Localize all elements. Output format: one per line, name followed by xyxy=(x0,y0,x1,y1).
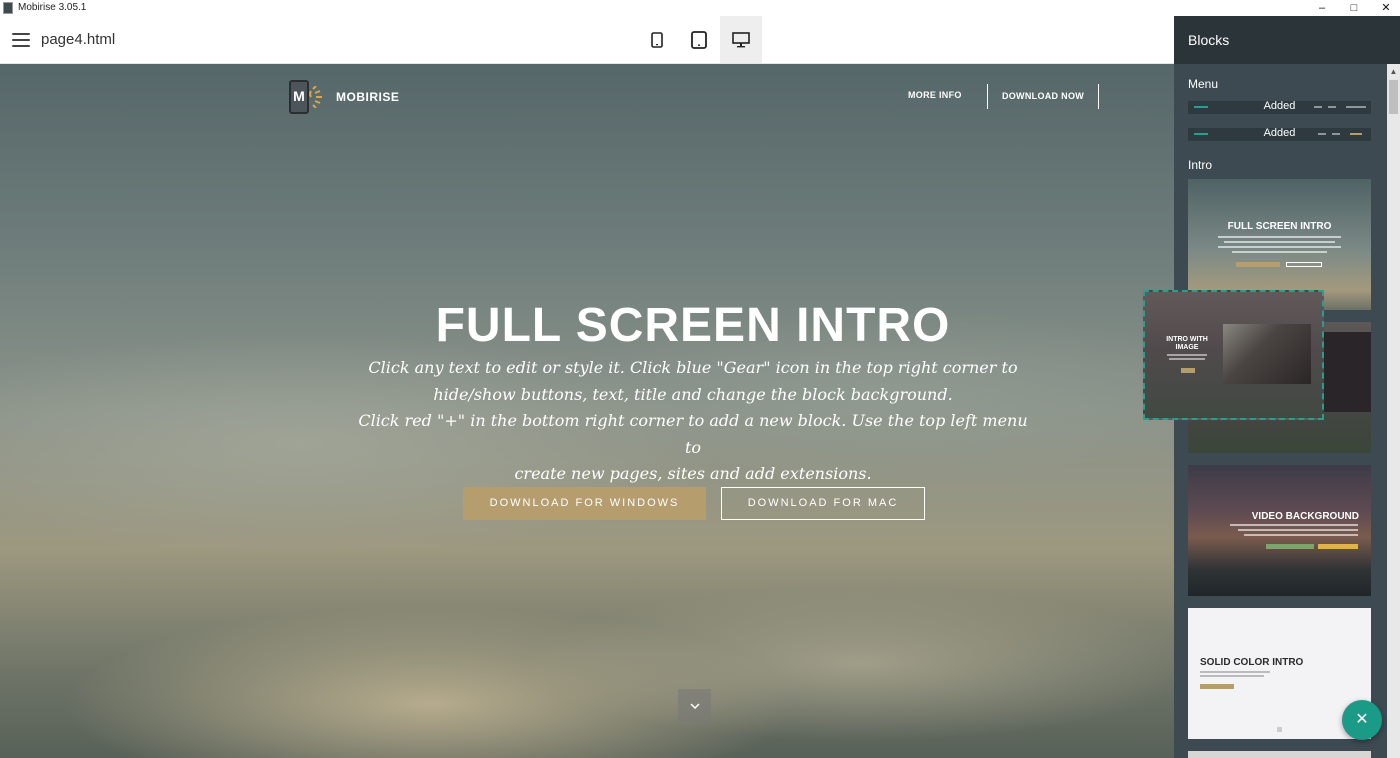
thumbnail-button xyxy=(1318,544,1358,549)
blocks-scrollbar[interactable]: ▲ xyxy=(1387,64,1400,758)
blocks-header: Blocks xyxy=(1174,16,1400,64)
device-switcher xyxy=(636,16,762,64)
menu-section-label: Menu xyxy=(1188,77,1219,91)
thumbnail-button xyxy=(1286,262,1322,267)
hero-title[interactable]: FULL SCREEN INTRO xyxy=(0,298,1174,353)
scroll-down-button[interactable] xyxy=(678,689,711,722)
download-windows-button[interactable]: DOWNLOAD FOR WINDOWS xyxy=(463,487,706,520)
tablet-icon xyxy=(691,30,707,49)
close-icon: ✕ xyxy=(1355,711,1369,728)
desktop-view-button[interactable] xyxy=(720,16,762,63)
thumbnail-photo xyxy=(1223,324,1311,384)
thumbnail-scroll-icon xyxy=(1277,727,1282,732)
site-navbar: M MOBIRISE MORE INFO DOWNLOAD NOW xyxy=(0,64,1174,128)
video-background-thumbnail[interactable]: VIDEO BACKGROUND xyxy=(1188,465,1371,596)
thumbnail-text-line xyxy=(1200,675,1264,677)
hero-text-line: Click red "+" in the bottom right corner… xyxy=(358,411,1028,457)
thumbnail-text-line xyxy=(1238,529,1358,531)
close-fab-button[interactable]: ✕ xyxy=(1342,700,1382,740)
editor-toolbar: page4.html xyxy=(0,16,1174,64)
dragged-block-title: INTRO WITH IMAGE xyxy=(1166,336,1208,351)
maximize-button[interactable]: □ xyxy=(1348,0,1360,16)
thumbnail-text-line xyxy=(1218,246,1341,248)
thumbnail-text-line xyxy=(1230,524,1358,526)
thumbnail-photo xyxy=(1318,332,1371,412)
thumbnail-text-line xyxy=(1169,358,1205,360)
scroll-up-arrow-icon[interactable]: ▲ xyxy=(1387,65,1400,78)
added-label: Added xyxy=(1263,100,1296,112)
chevron-down-icon xyxy=(689,702,700,709)
thumbnail-title: VIDEO BACKGROUND xyxy=(1251,511,1359,522)
close-window-button[interactable]: ✕ xyxy=(1380,0,1392,16)
minimize-button[interactable]: – xyxy=(1316,0,1328,16)
next-block-thumbnail[interactable] xyxy=(1188,751,1371,758)
window-titlebar: Mobirise 3.05.1 – □ ✕ xyxy=(0,0,1400,16)
menu-block-thumbnail[interactable]: Added xyxy=(1188,100,1371,114)
thumbnail-title: FULL SCREEN INTRO xyxy=(1227,221,1332,232)
mobile-view-button[interactable] xyxy=(636,16,678,63)
page-canvas: M MOBIRISE MORE INFO DOWNLOAD NOW FULL S… xyxy=(0,64,1174,758)
scrollbar-thumb[interactable] xyxy=(1389,80,1398,114)
thumbnail-text-line xyxy=(1218,236,1341,238)
thumbnail-button xyxy=(1200,684,1234,689)
logo-phone: M xyxy=(289,80,309,114)
dragged-block-preview[interactable]: INTRO WITH IMAGE xyxy=(1143,290,1324,420)
brand-logo[interactable]: M xyxy=(289,80,327,116)
thumbnail-text-line xyxy=(1232,251,1327,253)
hero-text-line: create new pages, sites and add extensio… xyxy=(514,464,872,483)
added-label: Added xyxy=(1263,127,1296,139)
window-controls: – □ ✕ xyxy=(1316,0,1392,16)
thumbnail-button xyxy=(1266,544,1314,549)
thumbnail-button xyxy=(1236,262,1280,267)
window-title: Mobirise 3.05.1 xyxy=(18,2,87,13)
desktop-icon xyxy=(732,31,750,47)
hero-text-line: Click any text to edit or style it. Clic… xyxy=(368,358,1018,377)
thumbnail-button xyxy=(1181,368,1195,373)
menu-block-thumbnail[interactable]: Added xyxy=(1188,127,1371,141)
download-mac-button[interactable]: DOWNLOAD FOR MAC xyxy=(721,487,925,520)
nav-more-info-link[interactable]: MORE INFO xyxy=(908,90,962,100)
page-name: page4.html xyxy=(41,31,116,48)
thumbnail-text-line xyxy=(1200,671,1270,673)
mobile-icon xyxy=(651,31,663,48)
thumbnail-title: SOLID COLOR INTRO xyxy=(1200,657,1304,668)
brand-name[interactable]: MOBIRISE xyxy=(336,90,399,104)
thumbnail-text-line xyxy=(1244,534,1358,536)
thumbnail-text-line xyxy=(1167,354,1207,356)
hero-text[interactable]: Click any text to edit or style it. Clic… xyxy=(358,355,1028,488)
sun-rays-icon xyxy=(309,86,322,108)
tablet-view-button[interactable] xyxy=(678,16,720,63)
hero-text-line: hide/show buttons, text, title and chang… xyxy=(433,384,953,404)
nav-download-now-button[interactable]: DOWNLOAD NOW xyxy=(987,84,1099,109)
app-icon xyxy=(3,2,13,14)
hamburger-menu-icon[interactable] xyxy=(12,33,30,47)
thumbnail-text-line xyxy=(1224,241,1335,243)
intro-section-label: Intro xyxy=(1188,158,1213,172)
blocks-title: Blocks xyxy=(1188,32,1230,48)
